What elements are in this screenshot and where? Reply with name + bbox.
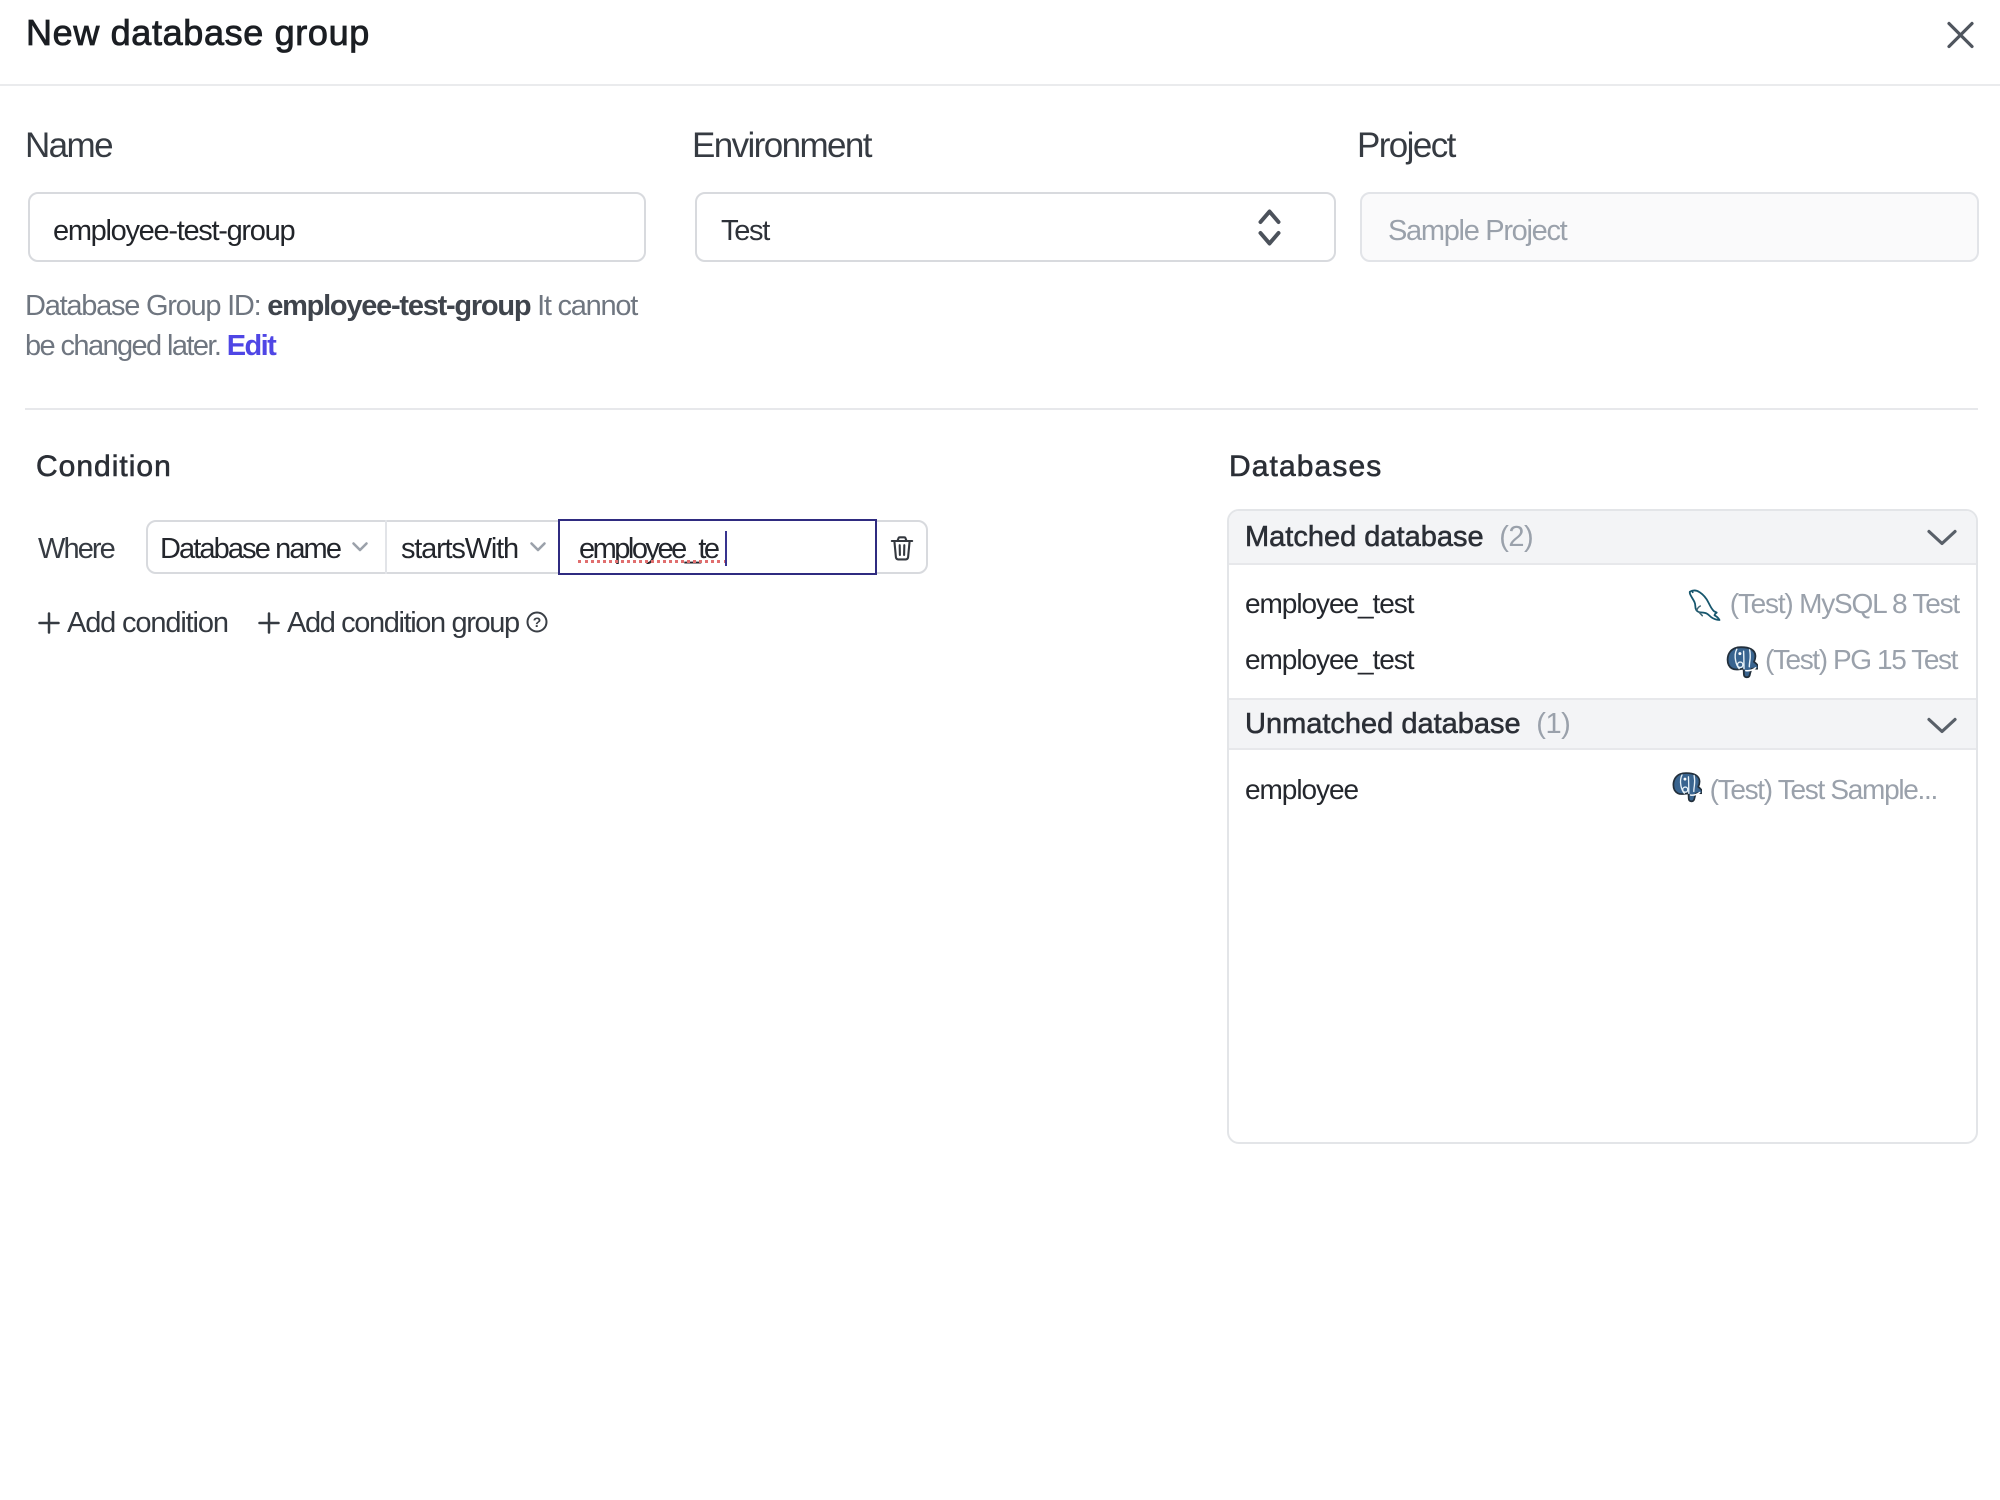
svg-text:?: ?: [533, 614, 542, 630]
